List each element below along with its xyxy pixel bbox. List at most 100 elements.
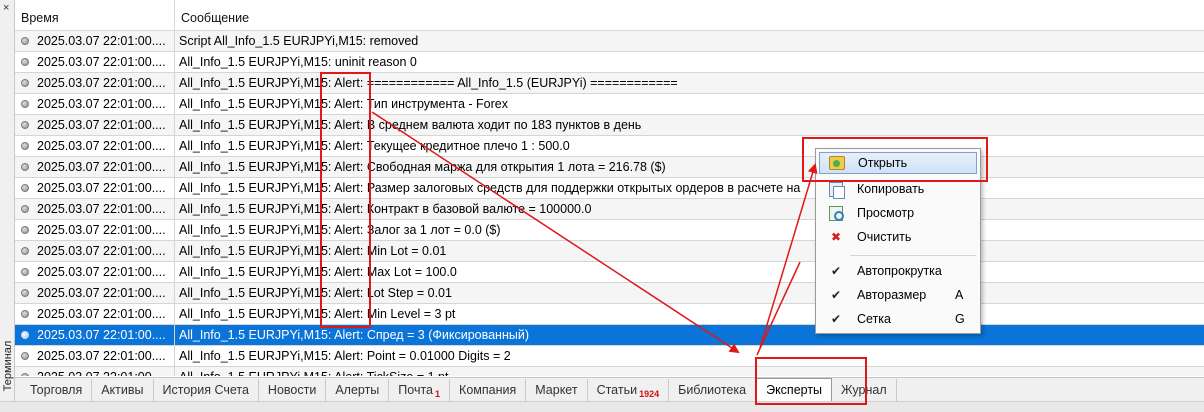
row-message: All_Info_1.5 EURJPYi,M15: Alert: Max Lot… [179, 265, 457, 279]
row-time-cell: 2025.03.07 22:01:00.... [15, 241, 175, 261]
log-status-icon [21, 268, 29, 276]
row-time-cell: 2025.03.07 22:01:00.... [15, 220, 175, 240]
table-row[interactable]: 2025.03.07 22:01:00....All_Info_1.5 EURJ… [15, 115, 1204, 136]
log-status-icon [21, 184, 29, 192]
column-header-time[interactable]: Время [15, 0, 175, 31]
row-time-cell: 2025.03.07 22:01:00.... [15, 178, 175, 198]
log-status-icon [21, 142, 29, 150]
tab-label: Новости [267, 383, 317, 397]
table-row[interactable]: 2025.03.07 22:01:00.... All_Info_1.5 EURJ… [15, 52, 1204, 73]
table-row[interactable]: 2025.03.07 22:01:00....All_Info_1.5 EURJ… [15, 136, 1204, 157]
row-message: All_Info_1.5 EURJPYi,M15: Alert: =======… [179, 76, 678, 90]
table-row[interactable]: 2025.03.07 22:01:00.... All_Info_1.5 EURJ… [15, 283, 1204, 304]
row-time: 2025.03.07 22:01:00.... [37, 181, 166, 195]
menu-item-grid-label: Сетка [857, 312, 891, 326]
table-row[interactable]: 2025.03.07 22:01:00.... All_Info_1.5 EURJ… [15, 325, 1204, 346]
table-row[interactable]: 2025.03.07 22:01:00.... All_Info_1.5 EURJ… [15, 73, 1204, 94]
column-header-message[interactable]: Сообщение [175, 0, 1204, 31]
log-status-icon [21, 331, 29, 339]
table-row[interactable]: 2025.03.07 22:01:00.... All_Info_1.5 EURJ… [15, 304, 1204, 325]
tab-8[interactable]: Статьи 1924 [588, 379, 670, 401]
menu-item-copy-label: Копировать [857, 182, 925, 196]
tab-9[interactable]: Библиотека [669, 379, 757, 401]
row-message: All_Info_1.5 EURJPYi,M15: Alert: Контрак… [179, 202, 592, 216]
table-row[interactable]: 2025.03.07 22:01:00....All_Info_1.5 EURJ… [15, 94, 1204, 115]
menu-item-grid[interactable]: ✔ Сетка G [819, 308, 977, 330]
row-time: 2025.03.07 22:01:00.... [37, 244, 166, 258]
table-row[interactable]: 2025.03.07 22:01:00....All_Info_1.5 EURJ… [15, 157, 1204, 178]
table-header: Время Сообщение [15, 0, 1204, 31]
table-row[interactable]: 2025.03.07 22:01:00.... All_Info_1.5 EURJ… [15, 346, 1204, 367]
tab-label: Торговля [30, 383, 83, 397]
table-row[interactable]: 2025.03.07 22:01:00....All_Info_1.5 EURJ… [15, 220, 1204, 241]
row-message: All_Info_1.5 EURJPYi,M15: Alert: Min Lev… [179, 307, 456, 321]
menu-item-view-label: Просмотр [857, 206, 915, 220]
row-time-cell: 2025.03.07 22:01:00.... [15, 94, 175, 114]
tab-4[interactable]: Алерты [326, 379, 390, 401]
row-message: All_Info_1.5 EURJPYi,M15: Alert: Свободн… [179, 160, 666, 174]
row-message: All_Info_1.5 EURJPYi,M15: Alert: Min Lot… [179, 244, 447, 258]
tab-label: Компания [459, 383, 517, 397]
menu-item-autosize[interactable]: ✔ Авторазмер A [819, 284, 977, 306]
row-message: Script All_Info_1.5 EURJPYi,M15: removed [179, 34, 419, 48]
tab-badge: 1924 [639, 389, 660, 399]
log-status-icon [21, 37, 29, 45]
table-row[interactable]: 2025.03.07 22:01:00....All_Info_1.5 EURJ… [15, 199, 1204, 220]
row-message: All_Info_1.5 EURJPYi,M15: Alert: Point =… [179, 349, 511, 363]
annotation-box-experts-tab [755, 357, 867, 405]
table-row[interactable]: 2025.03.07 22:01:00.... All_Info_1.5 EURJ… [15, 367, 1204, 376]
row-time-cell: 2025.03.07 22:01:00.... [15, 346, 175, 366]
table-row[interactable]: 2025.03.07 22:01:00.... All_Info_1.5 EURJ… [15, 178, 1204, 199]
table-row[interactable]: 2025.03.07 22:01:00.... All_Info_1.5 EURJ… [15, 241, 1204, 262]
row-time-cell: 2025.03.07 22:01:00.... [15, 283, 175, 303]
table-row[interactable]: 2025.03.07 22:01:00.... All_Info_1.5 EURJ… [15, 262, 1204, 283]
row-time-cell: 2025.03.07 22:01:00.... [15, 52, 175, 72]
close-icon[interactable]: × [3, 2, 9, 14]
row-time: 2025.03.07 22:01:00.... [37, 349, 166, 363]
row-time-cell: 2025.03.07 22:01:00.... [15, 262, 175, 282]
row-message-cell: All_Info_1.5 EURJPYi,M15: Alert: TickSiz… [175, 367, 1204, 376]
row-message-cell: All_Info_1.5 EURJPYi,M15: Alert: Спред =… [175, 325, 1204, 345]
log-status-icon [21, 352, 29, 360]
log-status-icon [21, 247, 29, 255]
row-time-cell: 2025.03.07 22:01:00.... [15, 73, 175, 93]
menu-item-autoscroll[interactable]: ✔ Автопрокрутка [819, 260, 977, 282]
row-time: 2025.03.07 22:01:00.... [37, 307, 166, 321]
tab-6[interactable]: Компания [450, 379, 527, 401]
tab-3[interactable]: Новости [259, 379, 327, 401]
log-status-icon [21, 310, 29, 318]
view-icon [825, 202, 847, 224]
tab-7[interactable]: Маркет [526, 379, 588, 401]
tab-0[interactable]: Торговля [21, 379, 93, 401]
clear-icon: ✖ [830, 230, 842, 244]
table-row[interactable]: 2025.03.07 22:01:00.... Script All_Info_1… [15, 31, 1204, 52]
tab-5[interactable]: Почта 1 [389, 379, 451, 401]
menu-item-autosize-shortcut: A [955, 288, 964, 302]
row-time: 2025.03.07 22:01:00.... [37, 328, 166, 342]
log-status-icon [21, 121, 29, 129]
menu-item-autosize-label: Авторазмер [857, 288, 927, 302]
log-status-icon [21, 163, 29, 171]
tab-label: Алерты [335, 383, 380, 397]
experts-log-table: Время Сообщение 2025.03.07 22:01:00.... S… [15, 0, 1204, 376]
tab-1[interactable]: Активы [92, 379, 154, 401]
log-status-icon [21, 79, 29, 87]
menu-item-view[interactable]: Просмотр [819, 202, 977, 224]
row-time: 2025.03.07 22:01:00.... [37, 34, 166, 48]
row-message: All_Info_1.5 EURJPYi,M15: Alert: Размер … [179, 181, 801, 195]
terminal-side-strip: × Терминал [0, 0, 15, 412]
log-status-icon [21, 205, 29, 213]
tab-label: История Счета [162, 383, 249, 397]
log-status-icon [21, 58, 29, 66]
row-message: All_Info_1.5 EURJPYi,M15: uninit reason … [179, 55, 417, 69]
menu-separator [850, 255, 976, 256]
tab-label: Маркет [535, 383, 578, 397]
status-strip [0, 401, 1204, 412]
check-icon: ✔ [830, 264, 842, 278]
menu-item-clear[interactable]: ✖ Очистить [819, 226, 977, 248]
row-message: All_Info_1.5 EURJPYi,M15: Alert: Lot Ste… [179, 286, 452, 300]
tab-2[interactable]: История Счета [154, 379, 259, 401]
annotation-box-alert-column [320, 72, 371, 328]
row-time: 2025.03.07 22:01:00.... [37, 370, 166, 376]
row-time: 2025.03.07 22:01:00.... [37, 118, 166, 132]
